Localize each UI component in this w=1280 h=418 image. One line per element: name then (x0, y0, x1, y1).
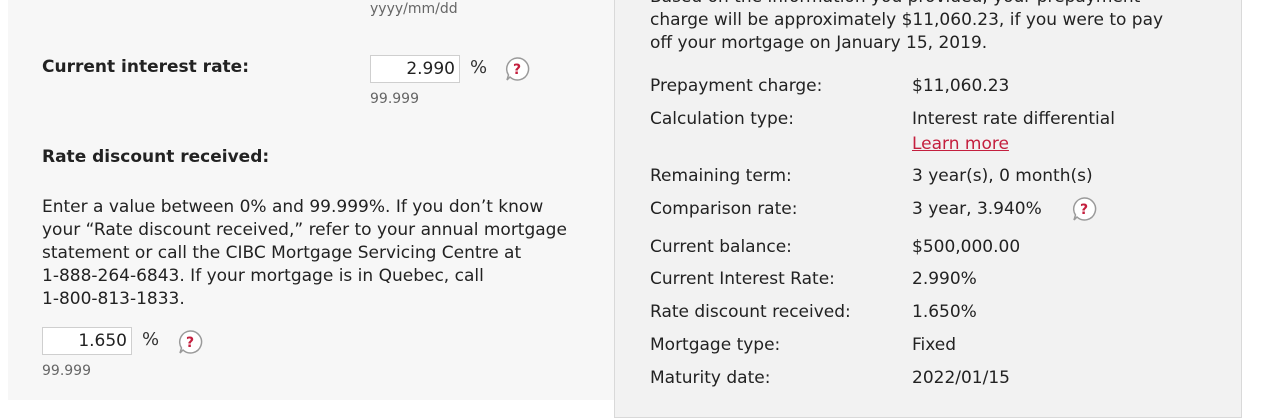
summary-line: Based on the information you provided, y… (650, 0, 1163, 9)
help-text-line: 1-800-813-1833. (42, 289, 185, 309)
current-balance-label: Current balance: (650, 237, 792, 257)
rate-discount-summary-label: Rate discount received: (650, 302, 851, 322)
rate-discount-label: Rate discount received: (42, 147, 270, 167)
calculation-type-value: Interest rate differential (912, 109, 1115, 129)
result-summary: Based on the information you provided, y… (650, 0, 1163, 55)
calculation-type-label: Calculation type: (650, 109, 794, 129)
rate-discount-summary-value: 1.650% (912, 302, 977, 322)
learn-more-link[interactable]: Learn more (912, 134, 1009, 154)
mortgage-type-label: Mortgage type: (650, 335, 781, 355)
help-text-line: your “Rate discount received,” refer to … (42, 220, 567, 240)
summary-line: charge will be approximately $11,060.23,… (650, 10, 1164, 30)
current-interest-rate-max-hint: 99.999 (370, 91, 419, 107)
results-panel: Based on the information you provided, y… (614, 0, 1242, 418)
comparison-rate-label: Comparison rate: (650, 199, 798, 219)
comparison-rate-value: 3 year, 3.940% (912, 199, 1042, 219)
rate-discount-max-hint: 99.999 (42, 363, 91, 379)
mortgage-form-panel: yyyy/mm/dd Current interest rate: 2.990 … (8, 0, 614, 400)
help-text-line: Enter a value between 0% and 99.999%. If… (42, 197, 544, 217)
current-interest-rate-summary-value: 2.990% (912, 269, 977, 289)
rate-discount-unit: % (142, 329, 160, 350)
maturity-date-label: Maturity date: (650, 368, 771, 388)
prepayment-charge-value: $11,060.23 (912, 76, 1010, 96)
svg-text:?: ? (1080, 202, 1088, 218)
rate-discount-help-text: Enter a value between 0% and 99.999%. If… (42, 196, 567, 311)
current-interest-rate-summary-label: Current Interest Rate: (650, 269, 835, 289)
current-interest-rate-unit: % (470, 57, 488, 78)
help-text-line: statement or call the CIBC Mortgage Serv… (42, 243, 522, 263)
rate-discount-input[interactable]: 1.650 (42, 327, 132, 355)
current-balance-value: $500,000.00 (912, 237, 1021, 257)
current-interest-rate-label: Current interest rate: (42, 57, 249, 77)
mortgage-type-value: Fixed (912, 335, 957, 355)
help-bubble-icon[interactable]: ? (177, 329, 203, 355)
current-interest-rate-input[interactable]: 2.990 (370, 55, 460, 83)
help-bubble-icon[interactable]: ? (504, 56, 530, 82)
help-bubble-icon[interactable]: ? (1071, 196, 1097, 222)
date-format-hint: yyyy/mm/dd (370, 1, 458, 17)
svg-text:?: ? (513, 62, 521, 78)
svg-text:?: ? (186, 335, 194, 351)
remaining-term-value: 3 year(s), 0 month(s) (912, 166, 1093, 186)
summary-line: off your mortgage on January 15, 2019. (650, 33, 988, 53)
remaining-term-label: Remaining term: (650, 166, 792, 186)
prepayment-charge-label: Prepayment charge: (650, 76, 823, 96)
maturity-date-value: 2022/01/15 (912, 368, 1010, 388)
help-text-line: 1-888-264-6843. If your mortgage is in Q… (42, 266, 484, 286)
